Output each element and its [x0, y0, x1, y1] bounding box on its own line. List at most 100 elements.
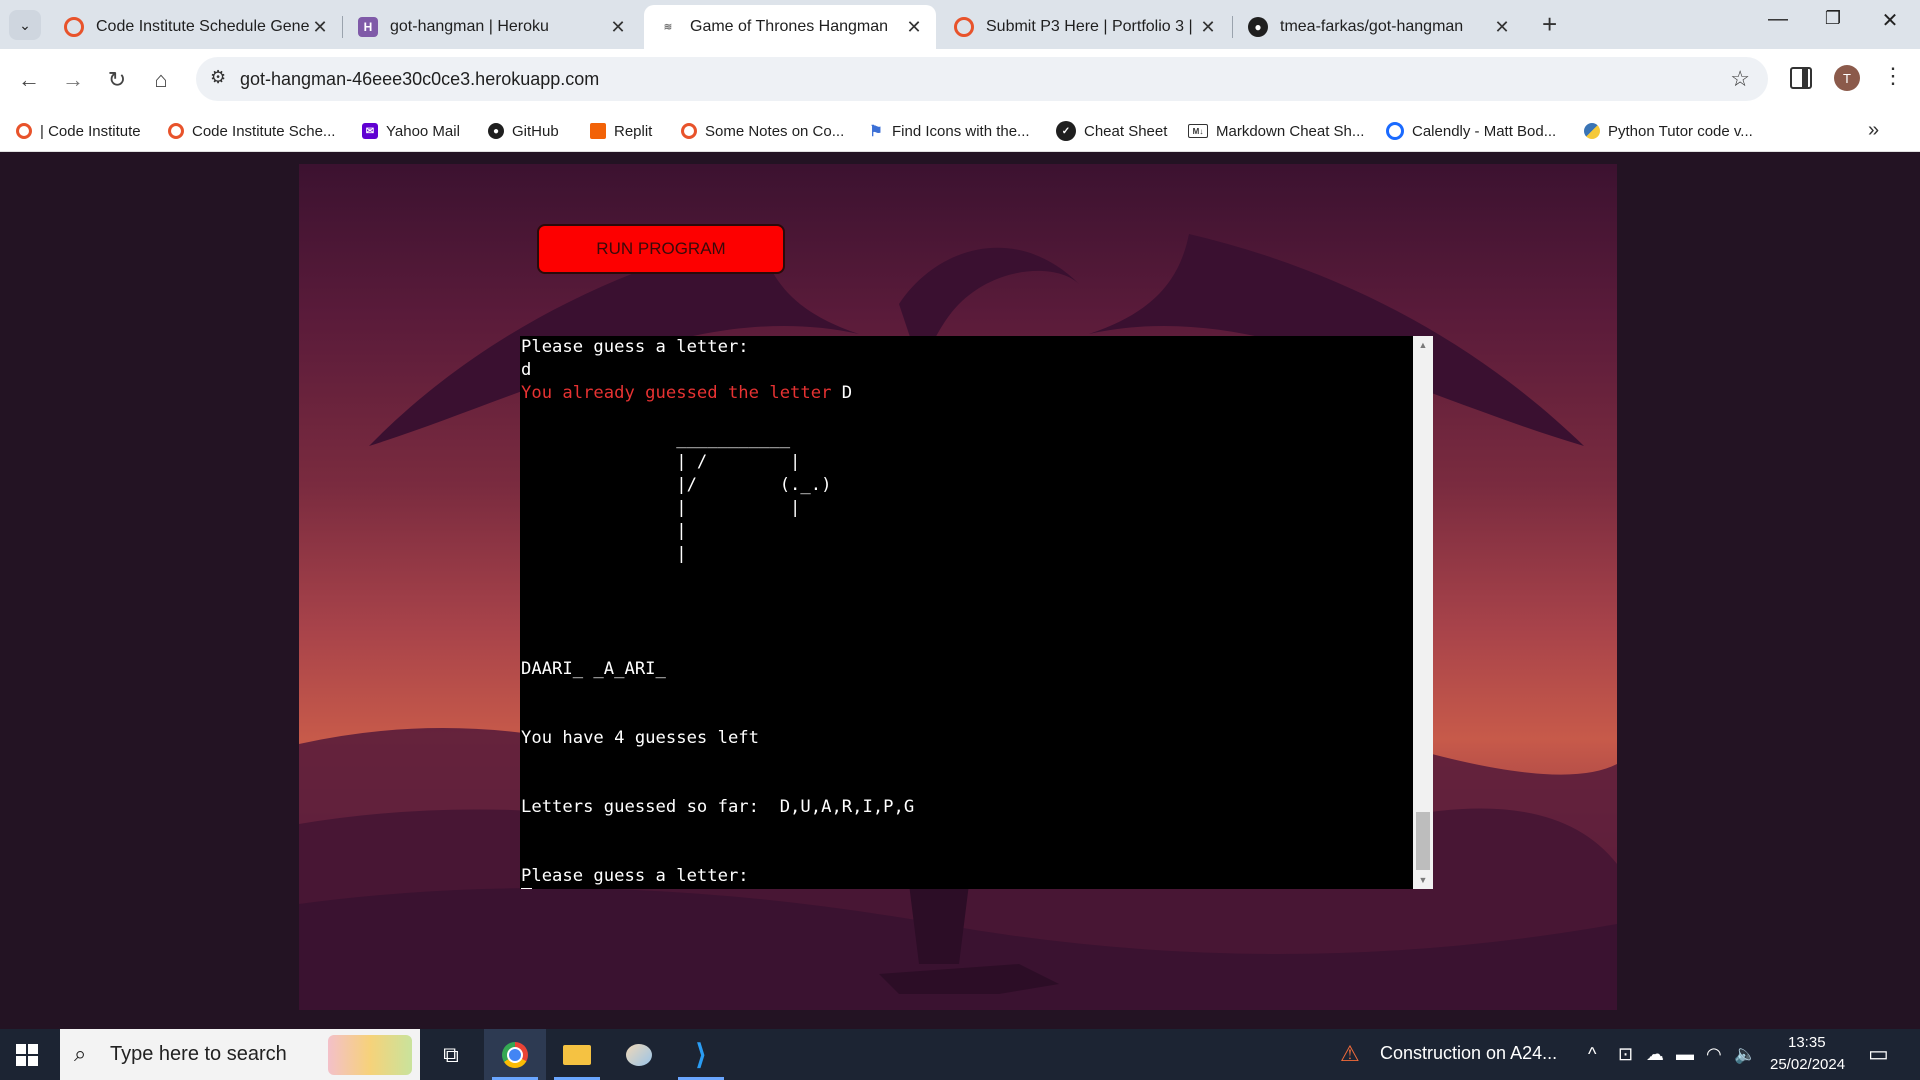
window-close-icon[interactable]: ✕	[1870, 8, 1910, 33]
warning-letter: D	[841, 383, 853, 403]
page-viewport: RUN PROGRAM Please guess a letter: d You…	[0, 152, 1920, 1029]
prompt-text: Please guess a letter:	[521, 337, 749, 357]
battery-icon[interactable]: ▬	[1676, 1044, 1694, 1065]
terminal[interactable]: Please guess a letter: d You already gue…	[520, 336, 1433, 889]
meet-now-icon[interactable]: ⊡	[1618, 1044, 1633, 1065]
bookmark-calendly[interactable]: Calendly - Matt Bod...	[1386, 119, 1556, 143]
bookmark-markdown-cheat-sheet[interactable]: M↓ Markdown Cheat Sh...	[1188, 119, 1364, 143]
side-panel-icon[interactable]	[1790, 67, 1812, 89]
forward-icon[interactable]: →	[58, 67, 88, 93]
url-text[interactable]: got-hangman-46eee30c0ce3.herokuapp.com	[240, 69, 599, 90]
vscode-icon[interactable]: ⟩	[670, 1029, 732, 1080]
run-program-button[interactable]: RUN PROGRAM	[537, 224, 785, 274]
scroll-down-icon[interactable]: ▼	[1413, 871, 1433, 889]
traffic-warning-icon[interactable]: ⚠	[1340, 1041, 1360, 1067]
menu-icon[interactable]: ⋮	[1882, 63, 1904, 89]
github-icon: ●	[1248, 17, 1268, 37]
home-icon[interactable]: ⌂	[146, 67, 176, 93]
prompt-text: Please guess a letter:	[521, 866, 749, 886]
clock-time[interactable]: 13:35	[1788, 1034, 1826, 1051]
tab-divider	[342, 16, 343, 38]
letters-guessed-label: Letters guessed so far:	[521, 797, 759, 817]
new-tab-icon[interactable]: +	[1542, 10, 1557, 38]
taskbar-search-box[interactable]: ⌕ Type here to search	[60, 1029, 420, 1080]
scroll-up-icon[interactable]: ▲	[1413, 336, 1433, 354]
bookmark-label: Python Tutor code v...	[1608, 122, 1753, 140]
bookmark-replit[interactable]: Replit	[590, 119, 652, 143]
notifications-icon[interactable]: ▭	[1868, 1041, 1889, 1067]
close-icon[interactable]: ✕	[608, 17, 628, 38]
bookmark-label: GitHub	[512, 122, 559, 140]
task-view-icon[interactable]: ⧉	[420, 1029, 482, 1080]
tab-game-of-thrones-hangman[interactable]: ≋ Game of Thrones Hangman ✕	[644, 5, 936, 49]
bookmark-label: Cheat Sheet	[1084, 122, 1168, 140]
back-icon[interactable]: ←	[14, 67, 44, 93]
warning-text: You already guessed the letter	[521, 383, 832, 403]
more-bookmarks-icon[interactable]: »	[1868, 119, 1879, 142]
site-settings-icon[interactable]: ⚙	[210, 67, 226, 88]
bookmark-star-icon[interactable]: ☆	[1730, 66, 1750, 92]
address-bar[interactable]: ⚙ got-hangman-46eee30c0ce3.herokuapp.com…	[196, 57, 1768, 101]
bookmark-cheat-sheet[interactable]: ✓ Cheat Sheet	[1056, 119, 1167, 143]
close-icon[interactable]: ✕	[1198, 17, 1218, 38]
browser-tab-strip: ⌄ Code Institute Schedule Genera ✕ H got…	[0, 0, 1920, 49]
wifi-icon[interactable]: ◠	[1706, 1044, 1722, 1065]
code-institute-icon	[16, 123, 32, 139]
tab-heroku[interactable]: H got-hangman | Heroku ✕	[344, 5, 640, 49]
bookmarks-bar: | Code Institute Code Institute Sche... …	[0, 111, 1920, 152]
close-icon[interactable]: ✕	[904, 17, 924, 38]
chrome-icon[interactable]	[484, 1029, 546, 1080]
tab-title: Submit P3 Here | Portfolio 3 | Pl	[986, 18, 1198, 35]
bookmark-github[interactable]: ● GitHub	[488, 119, 559, 143]
onedrive-icon[interactable]: ☁	[1646, 1044, 1664, 1065]
game-of-thrones-icon: ≋	[663, 21, 673, 33]
volume-icon[interactable]: 🔈	[1734, 1044, 1756, 1065]
bookmark-some-notes[interactable]: Some Notes on Co...	[681, 119, 844, 143]
minimize-icon[interactable]: —	[1758, 8, 1798, 31]
browser-toolbar: ← → ↻ ⌂ ⚙ got-hangman-46eee30c0ce3.herok…	[0, 49, 1920, 111]
bookmark-label: Some Notes on Co...	[705, 122, 845, 140]
guesses-left-text: You have 4 guesses left	[521, 728, 759, 748]
python-icon	[1584, 123, 1600, 139]
profile-avatar[interactable]: T	[1834, 65, 1860, 91]
clock-date[interactable]: 25/02/2024	[1770, 1056, 1845, 1073]
windows-taskbar: ⌕ Type here to search ⧉ ⟩ ⚠ Construction…	[0, 1029, 1920, 1080]
hangman-ascii-art: ___________ | / | |/ (._.) | | | |	[676, 429, 832, 564]
replit-icon	[590, 123, 606, 139]
chevron-up-icon[interactable]: ^	[1588, 1044, 1596, 1065]
windows-start-icon[interactable]	[16, 1044, 38, 1066]
paint-icon[interactable]	[608, 1029, 670, 1080]
reload-icon[interactable]: ↻	[102, 67, 132, 93]
tab-code-institute-schedule[interactable]: Code Institute Schedule Genera ✕	[50, 5, 342, 49]
search-icon: ⌕	[74, 1041, 87, 1066]
terminal-cursor[interactable]	[521, 888, 532, 889]
traffic-notification-text[interactable]: Construction on A24...	[1380, 1043, 1557, 1064]
calendly-icon	[1386, 122, 1404, 140]
tab-github-repo[interactable]: ● tmea-farkas/got-hangman ✕	[1234, 5, 1524, 49]
code-institute-icon	[168, 123, 184, 139]
terminal-scrollbar[interactable]: ▲ ▼	[1413, 336, 1433, 889]
bookmark-code-institute-schedule[interactable]: Code Institute Sche...	[168, 119, 335, 143]
restore-icon[interactable]: ❐	[1813, 8, 1853, 29]
search-placeholder: Type here to search	[110, 1043, 287, 1065]
scrollbar-thumb[interactable]	[1416, 812, 1430, 870]
file-explorer-icon[interactable]	[546, 1029, 608, 1080]
bookmark-code-institute[interactable]: | Code Institute	[16, 119, 141, 143]
tab-divider	[1232, 16, 1233, 38]
close-icon[interactable]: ✕	[310, 17, 330, 38]
bookmark-label: Yahoo Mail	[386, 122, 460, 140]
bookmark-label: Find Icons with the...	[892, 122, 1030, 140]
code-institute-icon	[954, 17, 974, 37]
tab-submit-p3[interactable]: Submit P3 Here | Portfolio 3 | Pl ✕	[940, 5, 1230, 49]
flag-icon: ⚑	[869, 123, 883, 140]
close-icon[interactable]: ✕	[1492, 17, 1512, 38]
bookmark-label: Code Institute Sche...	[192, 122, 336, 140]
bookmark-find-icons[interactable]: ⚑ Find Icons with the...	[868, 119, 1030, 143]
tab-search-icon[interactable]: ⌄	[9, 10, 41, 40]
bookmark-python-tutor[interactable]: Python Tutor code v...	[1584, 119, 1753, 143]
tab-title: Game of Thrones Hangman	[690, 18, 889, 35]
letters-guessed-value: D,U,A,R,I,P,G	[779, 797, 915, 817]
heroku-icon: H	[358, 17, 378, 37]
code-institute-icon	[64, 17, 84, 37]
bookmark-yahoo-mail[interactable]: ✉ Yahoo Mail	[362, 119, 460, 143]
